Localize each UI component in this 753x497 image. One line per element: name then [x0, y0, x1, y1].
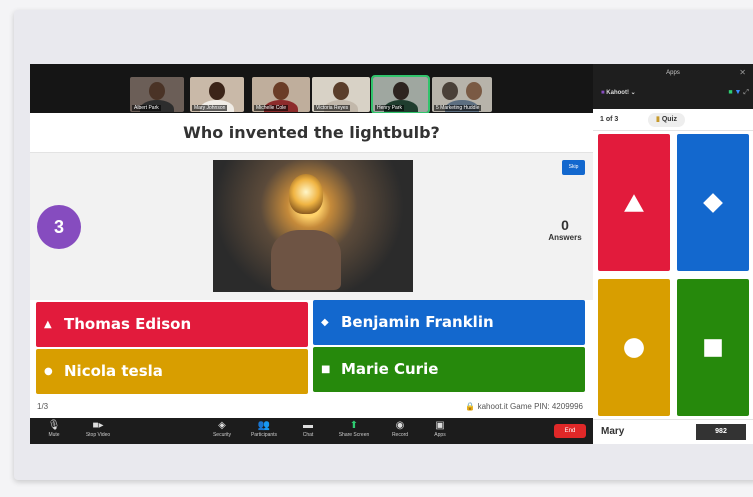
circle-icon: [624, 337, 644, 358]
video-camera-icon: ■▸: [92, 420, 104, 431]
diamond-icon: [703, 192, 723, 213]
security-button[interactable]: ◈ Security: [202, 420, 242, 438]
avatar: [392, 82, 409, 100]
player-score: 982: [696, 424, 746, 440]
answer-option-triangle[interactable]: ▲ Thomas Edison: [36, 302, 308, 347]
avatar: [466, 82, 482, 100]
app-selector[interactable]: ■ Kahoot! ⌄: [601, 89, 636, 96]
avatar: [273, 82, 289, 100]
apps-icon: ▣: [435, 420, 445, 431]
kahoot-player-view: 1 of 3 ▮ Quiz Mary 982: [593, 109, 753, 444]
answer-option-circle[interactable]: ● Nicola tesla: [36, 349, 308, 394]
participant-tile[interactable]: 5 Marketing Huddle: [432, 77, 492, 112]
answer-option-square[interactable]: ■ Marie Curie: [313, 347, 585, 392]
chat-button[interactable]: ▬ Chat: [288, 420, 328, 438]
filter-icon[interactable]: ▼: [735, 89, 742, 96]
participants-icon: 👥: [257, 420, 271, 431]
expand-icon[interactable]: ⤢: [743, 89, 749, 96]
participant-tile[interactable]: Victoria Reyes: [312, 77, 370, 112]
participant-name: Henry Park: [375, 105, 405, 111]
chat-icon: ▬: [303, 420, 313, 431]
microphone-icon: 🎙: [47, 420, 61, 431]
countdown-timer: 3: [37, 205, 81, 249]
answers-label: Answers: [548, 233, 582, 242]
participant-tile[interactable]: Mary Johnson: [190, 77, 244, 112]
player-bar: Mary 982: [593, 419, 753, 444]
game-footer: 1/3 🔒 kahoot.it Game PIN: 4209996: [30, 396, 593, 418]
participant-name: Mary Johnson: [192, 105, 228, 111]
avatar: [149, 82, 165, 100]
close-icon[interactable]: ✕: [739, 68, 746, 77]
answer-count: 0: [561, 217, 569, 233]
answer-button-square[interactable]: [677, 279, 749, 416]
triangle-icon: [624, 193, 644, 212]
player-name: Mary: [601, 426, 625, 437]
apps-panel: Apps ✕ ■ Kahoot! ⌄ ■ ▼ ⤢ 1 of 3 ▮ Quiz M…: [593, 64, 753, 444]
answer-option-diamond[interactable]: ◆ Benjamin Franklin: [313, 300, 585, 345]
question-page: 1/3: [37, 402, 49, 411]
panel-title: Apps: [666, 70, 680, 76]
quiz-icon: ▮: [656, 116, 660, 123]
participant-tile[interactable]: Michelle Cole: [252, 77, 310, 112]
lock-icon: 🔒: [465, 402, 476, 411]
answer-button-circle[interactable]: [598, 279, 670, 416]
participant-tile[interactable]: Albert Park: [130, 77, 184, 112]
participant-name: 5 Marketing Huddle: [434, 105, 482, 111]
mute-button[interactable]: 🎙 Mute: [34, 420, 74, 438]
answer-grid: ▲ Thomas Edison ◆ Benjamin Franklin ● Ni…: [36, 300, 585, 396]
participant-name: Albert Park: [132, 105, 161, 111]
answer-text: Nicola tesla: [64, 362, 163, 380]
avatar: [333, 82, 349, 100]
end-meeting-button[interactable]: End: [554, 424, 586, 438]
app-header: ■ Kahoot! ⌄ ■ ▼ ⤢: [601, 89, 751, 99]
apps-button[interactable]: ▣ Apps: [420, 420, 460, 438]
answer-text: Thomas Edison: [64, 315, 192, 333]
zoom-window: Albert Park Mary Johnson Michelle Cole V…: [30, 64, 753, 444]
green-app-icon[interactable]: ■: [728, 89, 732, 96]
question-area: 3 Skip 0 Answers: [30, 153, 593, 300]
lightbulb-image: [213, 160, 413, 292]
question-text: Who invented the lightbulb?: [30, 113, 593, 153]
avatar: [442, 82, 458, 100]
participant-name: Michelle Cole: [254, 105, 289, 111]
triangle-icon: ▲: [44, 319, 52, 330]
shared-screen: Who invented the lightbulb? 3 Skip 0 Ans…: [30, 113, 593, 418]
square-icon: [704, 338, 722, 357]
participant-tile-active-speaker[interactable]: Henry Park: [371, 75, 430, 114]
skip-button[interactable]: Skip: [562, 160, 585, 175]
answer-button-triangle[interactable]: [598, 134, 670, 271]
answer-buttons: [598, 134, 749, 419]
participants-button[interactable]: 👥 Participants: [244, 420, 284, 438]
record-button[interactable]: ◉ Record: [380, 420, 420, 438]
panel-header: 1 of 3 ▮ Quiz: [593, 109, 753, 131]
answer-text: Marie Curie: [341, 360, 439, 378]
shield-icon: ◈: [218, 420, 226, 431]
share-screen-icon: ⬆: [349, 420, 359, 431]
record-icon: ◉: [395, 420, 405, 431]
participant-gallery: Albert Park Mary Johnson Michelle Cole V…: [30, 64, 593, 114]
game-pin-info: kahoot.it Game PIN: 4209996: [477, 402, 583, 411]
answer-text: Benjamin Franklin: [341, 313, 494, 331]
chevron-down-icon: ⌄: [630, 90, 636, 96]
meeting-toolbar: 🎙 Mute ■▸ Stop Video ◈ Security 👥 Partic…: [30, 418, 593, 444]
kahoot-logo-icon: ■: [601, 90, 605, 96]
share-screen-button[interactable]: ⬆ Share Screen: [334, 420, 374, 438]
quiz-badge: ▮ Quiz: [648, 113, 685, 127]
circle-icon: ●: [44, 366, 53, 377]
diamond-icon: ◆: [321, 317, 329, 328]
participant-name: Victoria Reyes: [314, 105, 351, 111]
answer-button-diamond[interactable]: [677, 134, 749, 271]
square-icon: ■: [321, 364, 331, 375]
avatar: [209, 82, 225, 100]
stop-video-button[interactable]: ■▸ Stop Video: [78, 420, 118, 438]
answer-counter: 0 Answers: [540, 217, 590, 242]
question-progress: 1 of 3: [600, 116, 619, 123]
